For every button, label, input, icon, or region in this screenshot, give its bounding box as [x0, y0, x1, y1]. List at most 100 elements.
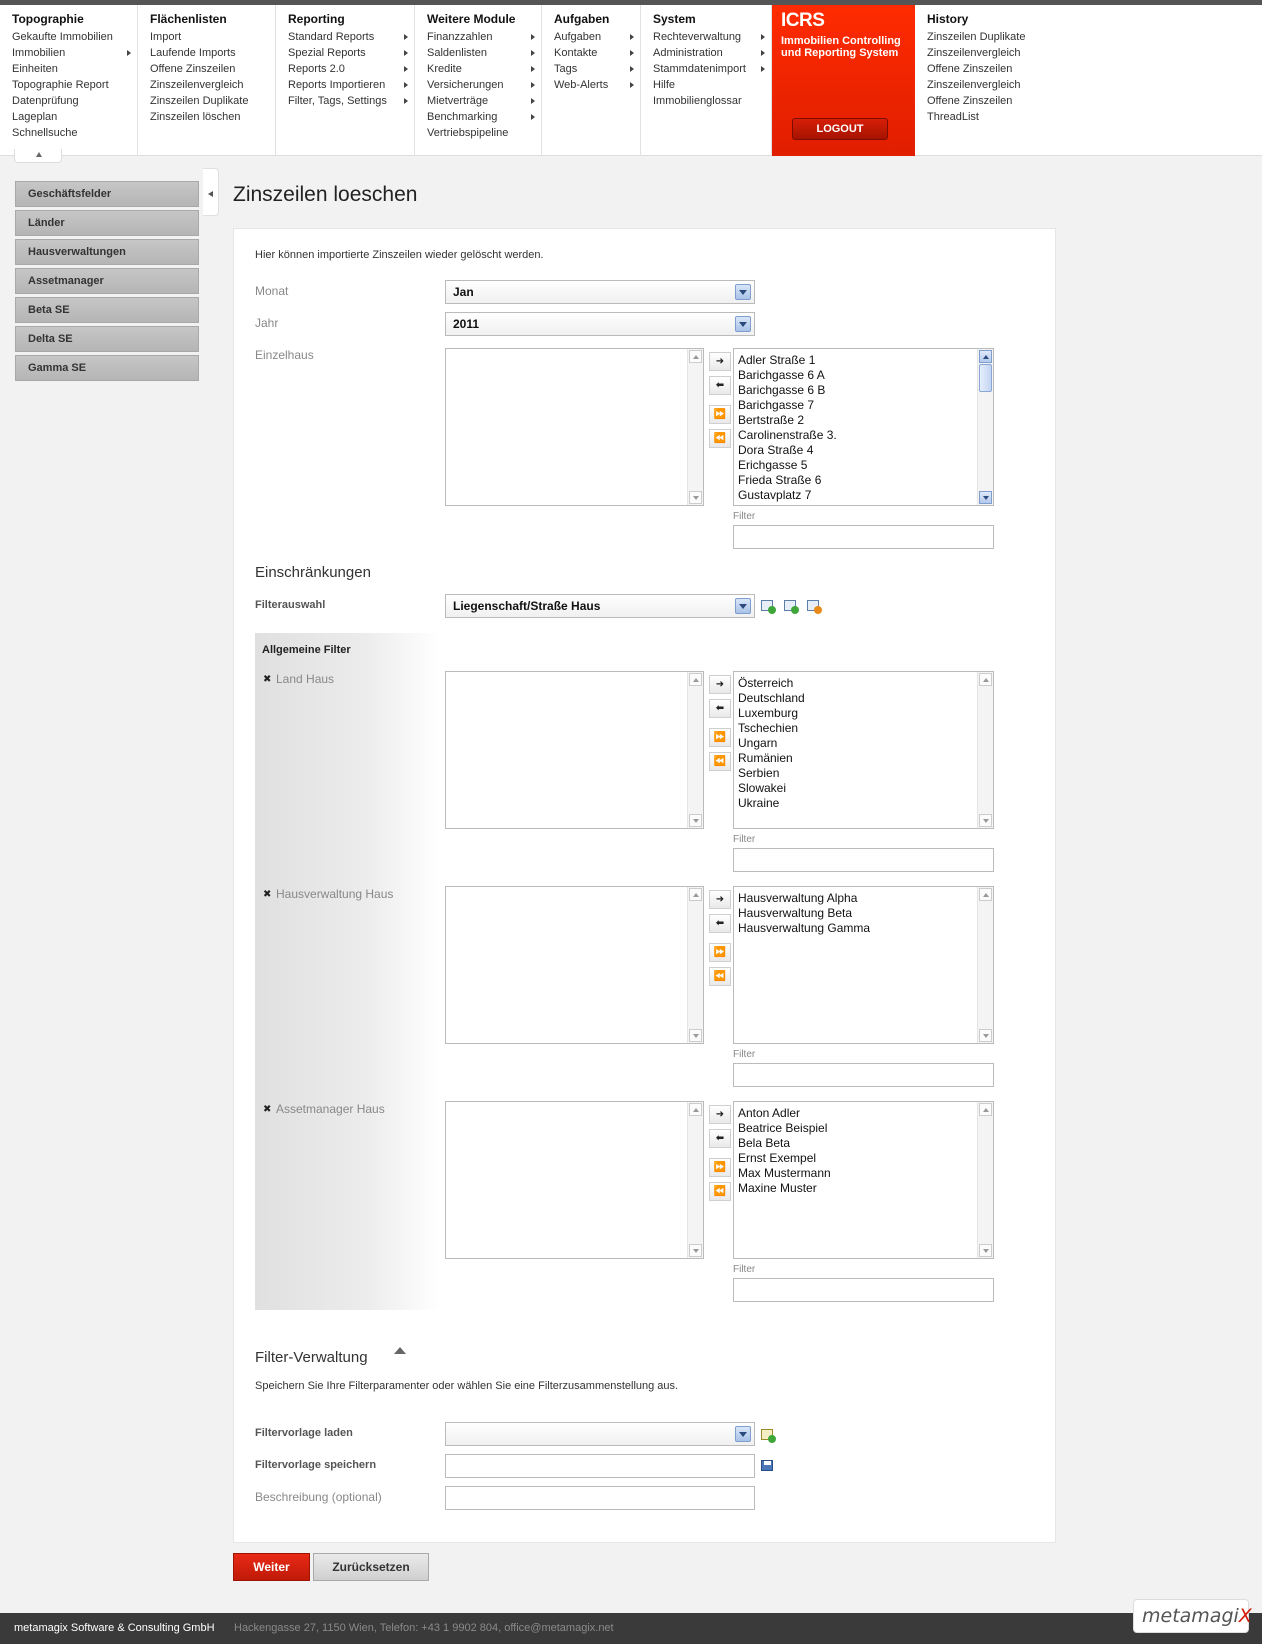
remove-filter-icon[interactable]: ✖: [263, 674, 271, 685]
history-item[interactable]: Zinszeilenvergleich: [927, 45, 1075, 61]
list-option[interactable]: Dora Straße 4: [738, 443, 989, 458]
list-option[interactable]: Frieda Straße 6: [738, 473, 989, 488]
nav-menu-item[interactable]: Zinszeilen löschen: [150, 109, 275, 125]
nav-menu-item[interactable]: Offene Zinszeilen: [150, 61, 275, 77]
selected-listbox[interactable]: [445, 348, 704, 506]
scroll-up-icon[interactable]: [979, 1103, 992, 1116]
list-option[interactable]: Tschechien: [738, 721, 989, 736]
scrollbar[interactable]: [977, 1102, 993, 1258]
sidebar-collapse-toggle[interactable]: [203, 168, 219, 216]
list-option[interactable]: Barichgasse 6 A: [738, 368, 989, 383]
remove-all-button[interactable]: ⏪: [709, 967, 731, 986]
scrollbar[interactable]: [687, 1102, 703, 1258]
available-listbox[interactable]: Österreich Deutschland Luxemburg Tschechien…: [733, 671, 994, 829]
list-option[interactable]: Adler Straße 1: [738, 353, 989, 368]
nav-menu-item[interactable]: Mietverträge: [427, 93, 541, 109]
nav-column-title[interactable]: System: [653, 12, 771, 26]
scroll-down-icon[interactable]: [979, 1244, 992, 1257]
list-option[interactable]: Barichgasse 7: [738, 398, 989, 413]
nav-menu-item[interactable]: Filter, Tags, Settings: [288, 93, 414, 109]
add-all-button[interactable]: ⏩: [709, 943, 731, 962]
nav-menu-item[interactable]: Tags: [554, 61, 640, 77]
nav-menu-item[interactable]: Benchmarking: [427, 109, 541, 125]
history-item[interactable]: Offene Zinszeilen: [927, 93, 1075, 109]
sidebar-item[interactable]: Assetmanager: [15, 268, 199, 294]
nav-column-title[interactable]: Aufgaben: [554, 12, 640, 26]
list-option[interactable]: Luxemburg: [738, 706, 989, 721]
filter-input[interactable]: [733, 525, 994, 549]
list-option[interactable]: Max Mustermann: [738, 1166, 989, 1181]
scroll-down-icon[interactable]: [979, 491, 992, 504]
jahr-select[interactable]: 2011: [445, 312, 755, 336]
nav-menu-item[interactable]: Reports Importieren: [288, 77, 414, 93]
logout-button[interactable]: LOGOUT: [792, 118, 888, 140]
add-button[interactable]: ➜: [709, 890, 731, 909]
nav-menu-item[interactable]: Zinszeilen Duplikate: [150, 93, 275, 109]
nav-menu-item[interactable]: Stammdatenimport: [653, 61, 771, 77]
load-filter-icon[interactable]: [760, 1427, 776, 1443]
scrollbar[interactable]: [977, 349, 993, 505]
add-all-button[interactable]: ⏩: [709, 728, 731, 747]
list-option[interactable]: Deutschland: [738, 691, 989, 706]
remove-all-button[interactable]: ⏪: [709, 429, 731, 448]
remove-button[interactable]: ⬅: [709, 699, 731, 718]
nav-column-title[interactable]: Weitere Module: [427, 12, 541, 26]
list-option[interactable]: Ernst Exempel: [738, 1151, 989, 1166]
list-option[interactable]: Anton Adler: [738, 1106, 989, 1121]
history-item[interactable]: Zinszeilenvergleich: [927, 77, 1075, 93]
add-button[interactable]: ➜: [709, 352, 731, 371]
scrollbar[interactable]: [687, 672, 703, 828]
remove-filter-icon[interactable]: ✖: [263, 889, 271, 900]
available-listbox[interactable]: Hausverwaltung Alpha Hausverwaltung Beta H…: [733, 886, 994, 1044]
nav-menu-item[interactable]: Immobilienglossar: [653, 93, 771, 109]
filter-input[interactable]: [733, 1278, 994, 1302]
list-option[interactable]: Bertstraße 2: [738, 413, 989, 428]
list-option[interactable]: Bela Beta: [738, 1136, 989, 1151]
add-button[interactable]: ➜: [709, 675, 731, 694]
filterauswahl-select[interactable]: Liegenschaft/Straße Haus: [445, 594, 755, 618]
scrollbar[interactable]: [977, 672, 993, 828]
scrollbar[interactable]: [687, 349, 703, 505]
nav-menu-item[interactable]: Datenprüfung: [12, 93, 137, 109]
nav-menu-item[interactable]: Schnellsuche: [12, 125, 137, 141]
history-item[interactable]: Zinszeilen Duplikate: [927, 29, 1075, 45]
scrollbar[interactable]: [687, 887, 703, 1043]
history-item[interactable]: Offene Zinszeilen: [927, 61, 1075, 77]
monat-select[interactable]: Jan: [445, 280, 755, 304]
remove-button[interactable]: ⬅: [709, 376, 731, 395]
filter-input[interactable]: [733, 1063, 994, 1087]
nav-menu-item[interactable]: Standard Reports: [288, 29, 414, 45]
scroll-up-icon[interactable]: [689, 350, 702, 363]
nav-menu-item[interactable]: Lageplan: [12, 109, 137, 125]
remove-button[interactable]: ⬅: [709, 1129, 731, 1148]
reset-button[interactable]: Zurücksetzen: [313, 1553, 429, 1581]
copy-filter-icon[interactable]: [783, 598, 799, 614]
nav-menu-item[interactable]: Reports 2.0: [288, 61, 414, 77]
nav-menu-item[interactable]: Gekaufte Immobilien: [12, 29, 137, 45]
nav-column-title[interactable]: Flächenlisten: [150, 12, 275, 26]
scroll-down-icon[interactable]: [979, 1029, 992, 1042]
nav-menu-item[interactable]: Saldenlisten: [427, 45, 541, 61]
list-option[interactable]: Österreich: [738, 676, 989, 691]
scroll-up-icon[interactable]: [689, 1103, 702, 1116]
scroll-down-icon[interactable]: [689, 491, 702, 504]
nav-column-title[interactable]: Topographie: [12, 12, 137, 26]
list-option[interactable]: Gustavplatz 7: [738, 488, 989, 503]
list-option[interactable]: Serbien: [738, 766, 989, 781]
weiter-button[interactable]: Weiter: [233, 1553, 310, 1581]
scrollbar[interactable]: [977, 887, 993, 1043]
selected-listbox[interactable]: [445, 886, 704, 1044]
nav-collapse-toggle[interactable]: [14, 149, 62, 163]
list-option[interactable]: Carolinenstraße 3.: [738, 428, 989, 443]
scroll-down-icon[interactable]: [689, 814, 702, 827]
nav-menu-item[interactable]: Web-Alerts: [554, 77, 640, 93]
nav-menu-item[interactable]: Import: [150, 29, 275, 45]
list-option[interactable]: Maxine Muster: [738, 1181, 989, 1196]
add-button[interactable]: ➜: [709, 1105, 731, 1124]
available-listbox[interactable]: Anton Adler Beatrice Beispiel Bela Beta Ern…: [733, 1101, 994, 1259]
list-option[interactable]: Rumänien: [738, 751, 989, 766]
sidebar-item[interactable]: Gamma SE: [15, 355, 199, 381]
list-option[interactable]: Beatrice Beispiel: [738, 1121, 989, 1136]
filter-input[interactable]: [733, 848, 994, 872]
nav-column-title[interactable]: Reporting: [288, 12, 414, 26]
